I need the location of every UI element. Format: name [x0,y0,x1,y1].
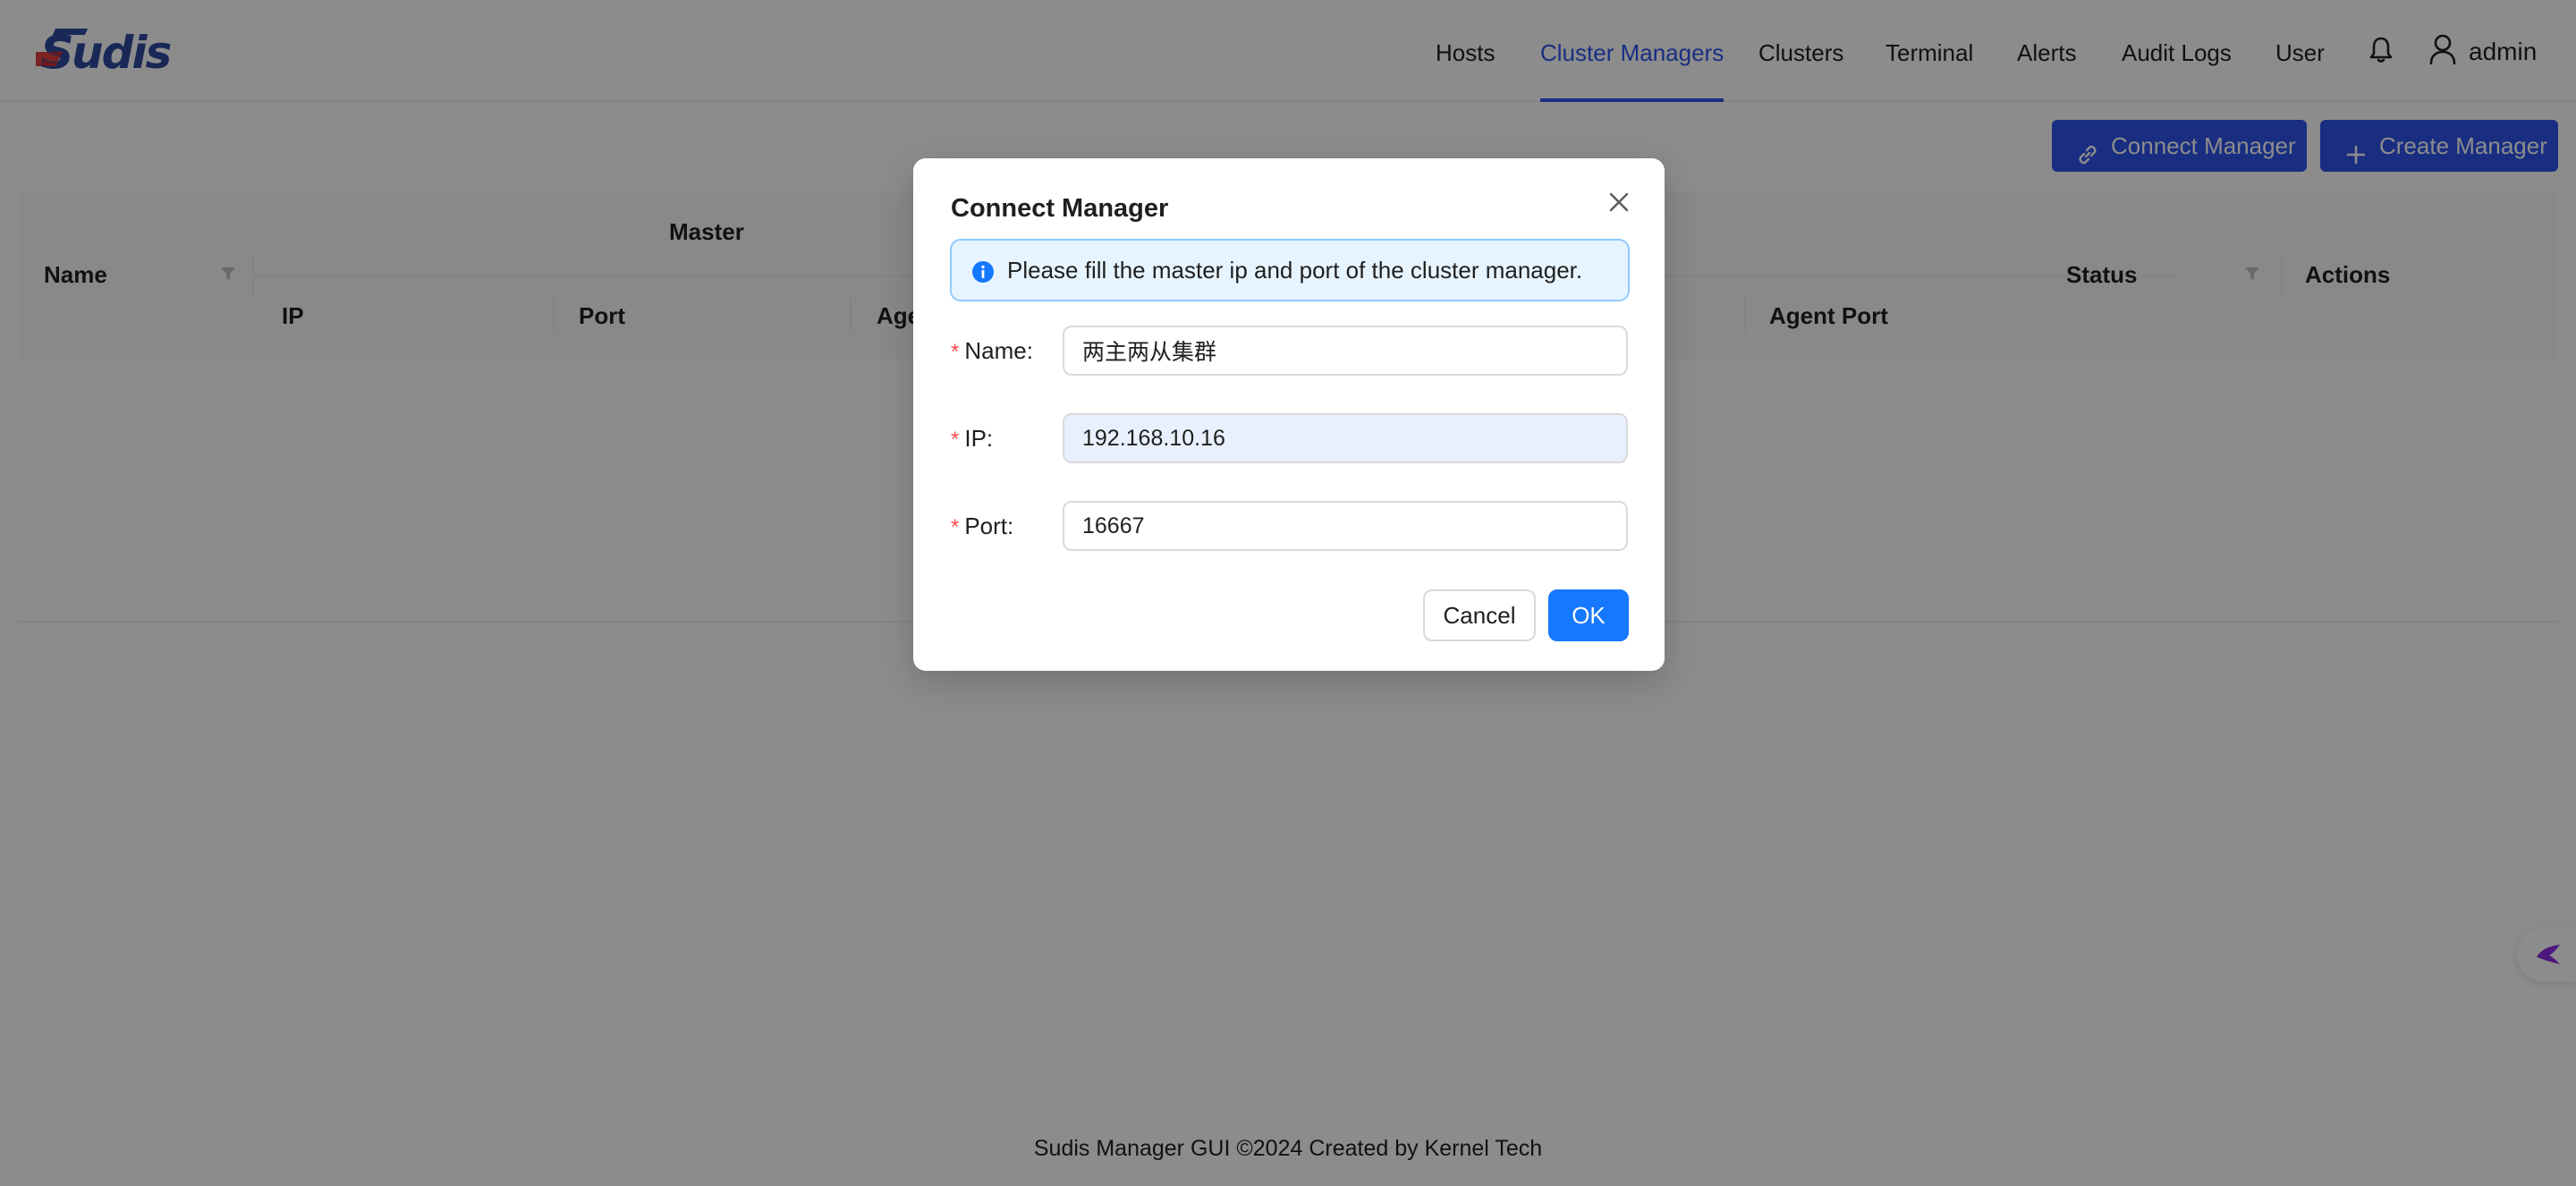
info-alert: Please fill the master ip and port of th… [950,239,1630,301]
required-mark: * [951,428,960,452]
close-icon[interactable] [1606,189,1632,216]
name-label: * Name: [951,337,1033,364]
name-input[interactable] [1063,326,1628,376]
ok-button[interactable]: OK [1548,589,1629,641]
connect-manager-dialog: Connect Manager Please fill the master i… [913,158,1665,671]
ip-input[interactable] [1063,413,1628,463]
dialog-title: Connect Manager [951,194,1169,223]
info-icon [971,260,995,284]
port-label: * Port: [951,513,1014,539]
cancel-button[interactable]: Cancel [1423,589,1536,641]
required-mark: * [951,340,960,364]
required-mark: * [951,515,960,539]
info-text: Please fill the master ip and port of th… [1007,257,1583,284]
port-input[interactable] [1063,501,1628,551]
ip-label: * IP: [951,425,994,452]
